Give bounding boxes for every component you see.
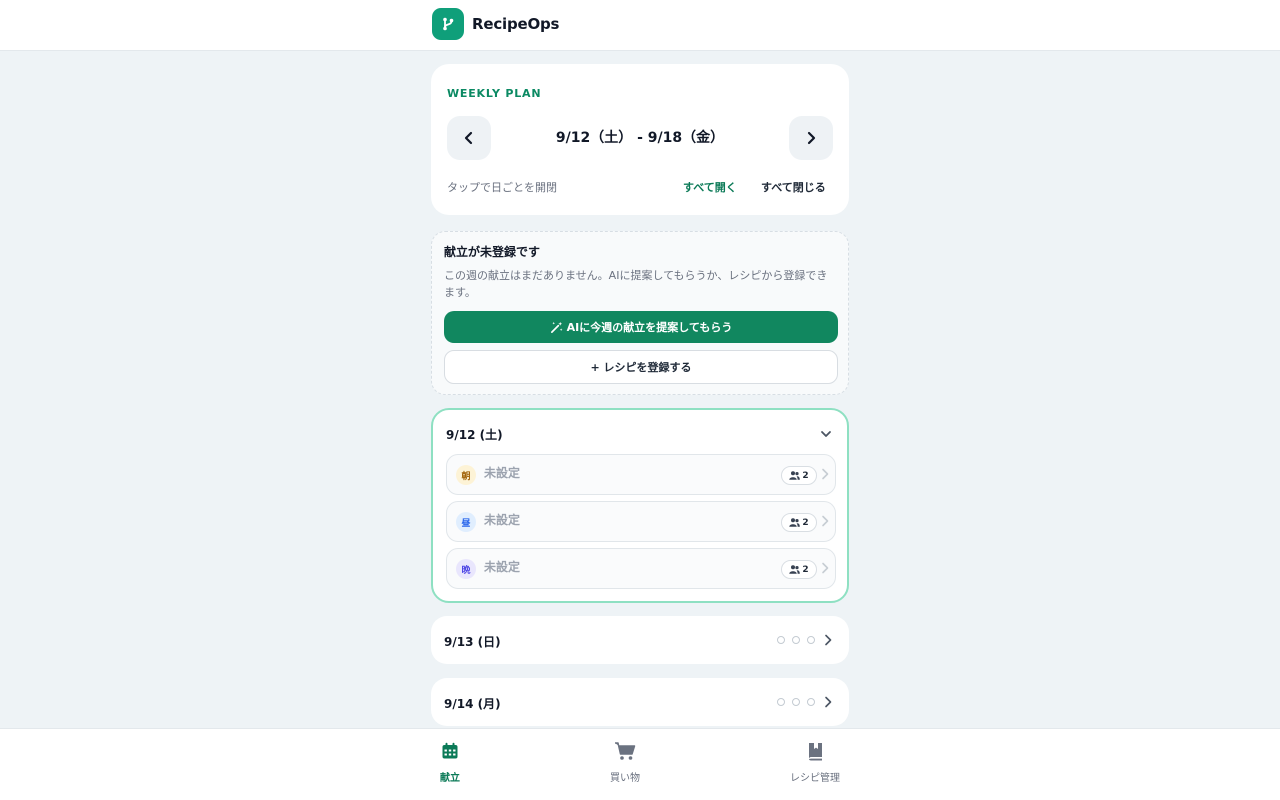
expand-all-button[interactable]: すべて開く bbox=[683, 179, 737, 195]
magic-wand-icon bbox=[550, 321, 563, 333]
day-card-expanded: 9/12 (土) 朝 未設定 2 昼 未設定 2 晩 未設定 2 bbox=[431, 408, 849, 603]
ai-suggest-label: AIに今週の献立を提案してもらう bbox=[566, 321, 733, 334]
weekly-plan-card: WEEKLY PLAN 9/12（土） - 9/18（金） タップで日ごとを開閉… bbox=[431, 64, 849, 215]
tab-shopping[interactable]: 買い物 bbox=[595, 729, 655, 800]
status-dot bbox=[777, 636, 785, 644]
day-label: 9/13 (日) bbox=[444, 635, 501, 649]
status-dot bbox=[777, 698, 785, 706]
meal-status-dots bbox=[777, 698, 815, 706]
chevron-right-icon bbox=[822, 515, 829, 527]
chevron-left-icon bbox=[464, 131, 473, 145]
tab-label: 買い物 bbox=[610, 773, 640, 784]
status-dot bbox=[807, 636, 815, 644]
empty-plan-card: 献立が未登録です この週の献立はまだありません。AIに提案してもらうか、レシピか… bbox=[431, 231, 849, 395]
chevron-right-icon bbox=[822, 468, 829, 480]
cart-icon bbox=[614, 741, 636, 761]
servings-badge[interactable]: 2 bbox=[781, 466, 817, 485]
tab-label: 献立 bbox=[440, 773, 460, 784]
day-toggle-label[interactable]: 9/12 (土) bbox=[446, 426, 503, 443]
app-name: RecipeOps bbox=[472, 15, 560, 33]
weekly-plan-eyebrow: WEEKLY PLAN bbox=[447, 87, 542, 100]
bottom-nav: 献立 買い物 レシピ管理 bbox=[0, 728, 1280, 800]
meal-badge-dinner: 晩 bbox=[456, 559, 476, 579]
chevron-right-icon bbox=[825, 696, 832, 708]
people-icon bbox=[789, 565, 801, 574]
day-label: 9/14 (月) bbox=[444, 697, 501, 711]
status-dot bbox=[807, 698, 815, 706]
servings-count: 2 bbox=[802, 470, 809, 481]
status-dot bbox=[792, 698, 800, 706]
meal-name: 未設定 bbox=[484, 560, 521, 574]
book-icon bbox=[807, 741, 824, 761]
ai-suggest-button[interactable]: AIに今週の献立を提案してもらう bbox=[444, 311, 838, 343]
toggle-hint: タップで日ごとを開閉 bbox=[447, 181, 557, 194]
status-dot bbox=[792, 636, 800, 644]
register-recipe-button[interactable]: + レシピを登録する bbox=[444, 350, 838, 384]
meal-slot-lunch[interactable]: 昼 未設定 2 bbox=[446, 501, 836, 542]
servings-badge[interactable]: 2 bbox=[781, 560, 817, 579]
chevron-right-icon bbox=[807, 131, 816, 145]
meal-slot-dinner[interactable]: 晩 未設定 2 bbox=[446, 548, 836, 589]
meal-slot-breakfast[interactable]: 朝 未設定 2 bbox=[446, 454, 836, 495]
servings-count: 2 bbox=[802, 517, 809, 528]
collapse-all-button[interactable]: すべて閉じる bbox=[761, 179, 826, 195]
tab-recipes[interactable]: レシピ管理 bbox=[780, 729, 850, 800]
servings-badge[interactable]: 2 bbox=[781, 513, 817, 532]
meal-badge-lunch: 昼 bbox=[456, 512, 476, 532]
people-icon bbox=[789, 471, 801, 480]
meal-status-dots bbox=[777, 636, 815, 644]
day-card-collapsed[interactable]: 9/14 (月) bbox=[431, 678, 849, 726]
servings-count: 2 bbox=[802, 564, 809, 575]
week-range: 9/12（土） - 9/18（金） bbox=[555, 130, 725, 146]
next-week-button[interactable] bbox=[789, 116, 833, 160]
meal-badge-breakfast: 朝 bbox=[456, 465, 476, 485]
day-card-collapsed[interactable]: 9/13 (日) bbox=[431, 616, 849, 664]
people-icon bbox=[789, 518, 801, 527]
tab-meal-plan[interactable]: 献立 bbox=[420, 729, 480, 800]
empty-title: 献立が未登録です bbox=[444, 245, 541, 259]
chevron-down-icon[interactable] bbox=[819, 427, 833, 441]
tab-label: レシピ管理 bbox=[790, 773, 840, 784]
top-bar: RecipeOps bbox=[0, 0, 1280, 51]
calendar-icon bbox=[441, 741, 459, 761]
meal-name: 未設定 bbox=[484, 513, 521, 527]
chevron-right-icon bbox=[825, 634, 832, 646]
empty-description: この週の献立はまだありません。AIに提案してもらうか、レシピから登録できます。 bbox=[444, 269, 828, 299]
branch-icon bbox=[432, 8, 464, 40]
brand[interactable]: RecipeOps bbox=[432, 8, 559, 40]
previous-week-button[interactable] bbox=[447, 116, 491, 160]
chevron-right-icon bbox=[822, 562, 829, 574]
meal-name: 未設定 bbox=[484, 466, 521, 480]
